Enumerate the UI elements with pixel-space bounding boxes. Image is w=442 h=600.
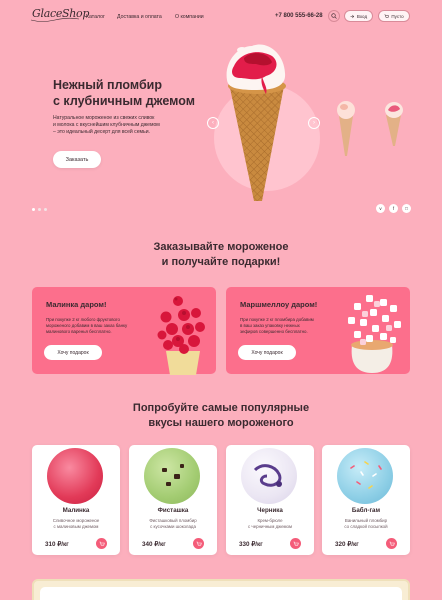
social-instagram-button[interactable]: □: [402, 204, 411, 213]
login-label: Вход: [356, 13, 368, 19]
logo[interactable]: GlaceShop: [30, 7, 89, 22]
promo-desc-line3: малинового варенья бесплатно.: [46, 328, 112, 334]
site-header: GlaceShop Каталог Доставка и оплата О ко…: [0, 0, 442, 34]
slider-next-button[interactable]: ›: [308, 117, 320, 129]
cart-label: Пусто: [391, 13, 404, 19]
chocolate-bits: [162, 464, 184, 486]
blueberry-swirl: [253, 464, 282, 487]
facebook-icon: f: [392, 206, 395, 211]
hero-title-line1: Нежный пломбир: [53, 78, 162, 92]
hero-title-line2: с клубничным джемом: [53, 94, 195, 108]
promo-title: Маршмеллоу даром!: [240, 300, 318, 309]
add-to-cart-button[interactable]: [290, 538, 301, 549]
cart-icon: [196, 541, 202, 545]
popular-title-line1: Попробуйте самые популярные: [132, 402, 310, 414]
promo-desc-line1: При покупке 2 кг пломбира добавим: [240, 317, 314, 322]
nav-catalog[interactable]: Каталог: [86, 14, 105, 20]
product-name: Черника: [257, 507, 283, 514]
product-card-pistachio[interactable]: Фисташка Фисташковый пломбир с кусочками…: [129, 445, 217, 555]
hero-description: Натуральное мороженое из свежих сливок и…: [53, 115, 203, 136]
cart-icon: [293, 541, 299, 545]
product-description: Крем-брюле с черничным джемом: [226, 518, 314, 530]
slider-dot[interactable]: [44, 208, 47, 211]
product-image: [144, 448, 200, 504]
cart-icon: [99, 541, 105, 545]
hero-title: Нежный пломбир с клубничным джемом: [53, 77, 195, 109]
login-button[interactable]: Вход: [344, 10, 373, 22]
add-to-cart-button[interactable]: [193, 538, 204, 549]
popular-title: Попробуйте самые популярные вкусы нашего…: [0, 401, 442, 430]
product-image: [47, 448, 103, 504]
gifts-title-line2: и получайте подарки!: [161, 255, 281, 268]
hero-desc-line3: – это идеальный десерт для всей семьи.: [53, 129, 150, 135]
instagram-icon: □: [405, 206, 408, 211]
product-description: Сливочное мороженое с малиновым джемом: [32, 518, 120, 530]
product-name: Фисташка: [157, 507, 189, 514]
nav-about[interactable]: О компании: [175, 14, 204, 20]
product-description: Ванильный пломбир со сладкой посыпкой: [322, 518, 410, 530]
product-price: 330 ₽/кг: [239, 541, 263, 548]
raspberry-image: [157, 296, 205, 375]
hero-desc-line2: и молока с вкуснейшим клубничным джемом: [53, 122, 160, 128]
slider-dot[interactable]: [38, 208, 41, 211]
next-section-panel: [40, 587, 402, 600]
product-image: [337, 448, 393, 504]
gifts-title: Заказывайте мороженое и получайте подарк…: [0, 240, 442, 269]
social-facebook-button[interactable]: f: [389, 204, 398, 213]
product-price: 310 ₽/кг: [45, 541, 69, 548]
want-gift-button[interactable]: Хочу подарок: [238, 345, 296, 360]
chevron-right-icon: ›: [313, 120, 315, 126]
cart-button[interactable]: Пусто: [378, 10, 410, 22]
small-ice-cream-image: [337, 101, 355, 156]
gifts-title-line1: Заказывайте мороженое: [153, 241, 289, 253]
product-desc-line2: с кусочками шоколада: [150, 523, 196, 529]
promo-desc-line3: зефиров совершенно бесплатно.: [240, 328, 308, 334]
product-name: Бабл-гам: [351, 507, 381, 514]
phone-link[interactable]: +7 800 555-66-28: [275, 13, 323, 19]
add-to-cart-button[interactable]: [386, 538, 397, 549]
promo-desc-line2: в ваш заказ упаковку нежных: [240, 322, 300, 328]
product-desc-line2: со сладкой посыпкой: [344, 523, 388, 529]
small-ice-cream-image-2: [385, 102, 403, 146]
product-desc-line2: с черничным джемом: [248, 523, 292, 529]
login-icon: [350, 14, 355, 18]
product-image: [241, 448, 297, 504]
order-button[interactable]: Заказать: [53, 151, 101, 168]
sprinkles: [350, 461, 382, 489]
search-button[interactable]: [328, 10, 340, 22]
promo-description: При покупке 2 кг любого фруктового морож…: [46, 317, 151, 334]
search-icon: [331, 13, 337, 19]
product-card-raspberry[interactable]: Малинка Сливочное мороженое с малиновым …: [32, 445, 120, 555]
chevron-left-icon: ‹: [212, 120, 214, 126]
product-description: Фисташковый пломбир с кусочками шоколада: [129, 518, 217, 530]
vk-icon: v: [379, 206, 382, 211]
product-price: 320 ₽/кг: [335, 541, 359, 548]
promo-desc-line1: При покупке 2 кг любого фруктового: [46, 317, 120, 322]
nav-delivery[interactable]: Доставка и оплата: [117, 14, 162, 20]
cart-icon: [389, 541, 395, 545]
popular-title-line2: вкусы нашего мороженого: [148, 416, 294, 429]
want-gift-button[interactable]: Хочу подарок: [44, 345, 102, 360]
product-desc-line2: с малиновым джемом: [53, 523, 99, 529]
hero-ice-cream-image: [226, 44, 286, 201]
product-card-blueberry[interactable]: Черника Крем-брюле с черничным джемом 33…: [226, 445, 314, 555]
promo-description: При покупке 2 кг пломбира добавим в ваш …: [240, 317, 345, 334]
slider-prev-button[interactable]: ‹: [207, 117, 219, 129]
product-card-bubblegum[interactable]: Бабл-гам Ванильный пломбир со сладкой по…: [322, 445, 410, 555]
product-name: Малинка: [62, 507, 90, 514]
add-to-cart-button[interactable]: [96, 538, 107, 549]
promo-card-raspberry: Малинка даром! При покупке 2 кг любого ф…: [32, 287, 216, 375]
hero-desc-line1: Натуральное мороженое из свежих сливок: [53, 115, 155, 121]
slider-dot-active[interactable]: [32, 208, 35, 211]
product-price: 340 ₽/кг: [142, 541, 166, 548]
promo-desc-line2: мороженого добавим в ваш заказ банку: [46, 322, 128, 328]
promo-card-marshmallow: Маршмеллоу даром! При покупке 2 кг пломб…: [226, 287, 410, 374]
marshmallow-image: [348, 295, 401, 373]
social-vk-button[interactable]: v: [376, 204, 385, 213]
cart-icon: [384, 14, 390, 18]
slider-dots: [32, 208, 47, 211]
promo-title: Малинка даром!: [46, 300, 107, 309]
